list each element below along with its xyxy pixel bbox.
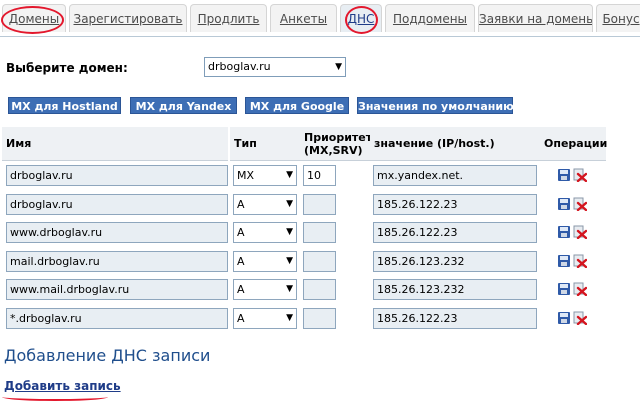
dns-value-input[interactable]: 185.26.123.232 bbox=[373, 251, 537, 272]
dns-name-input[interactable]: www.drboglav.ru bbox=[6, 222, 228, 243]
tab-subdomains[interactable]: Поддомены bbox=[385, 4, 475, 32]
default-values-button[interactable]: Значения по умолчанию bbox=[357, 97, 514, 114]
dns-type-value: A bbox=[237, 198, 245, 211]
dns-name-input[interactable]: mail.drboglav.ru bbox=[6, 251, 228, 272]
dns-type-value: A bbox=[237, 283, 245, 296]
add-dns-section-title: Добавление ДНС записи bbox=[4, 346, 211, 365]
header-type: Тип bbox=[230, 127, 300, 161]
dns-type-select[interactable]: A ▼ bbox=[233, 279, 297, 300]
dns-type-value: A bbox=[237, 312, 245, 325]
tab-profiles[interactable]: Анкеты bbox=[270, 4, 337, 32]
dns-priority-input[interactable] bbox=[303, 279, 336, 300]
dns-type-select[interactable]: A ▼ bbox=[233, 194, 297, 215]
annotation-underline bbox=[2, 393, 108, 401]
tab-domain-requests[interactable]: Заявки на домены bbox=[478, 4, 593, 32]
dns-priority-input[interactable] bbox=[303, 251, 336, 272]
chevron-down-icon: ▼ bbox=[286, 170, 293, 180]
domain-select-label: Выберите домен: bbox=[6, 61, 128, 75]
save-icon[interactable] bbox=[557, 282, 571, 296]
delete-icon[interactable] bbox=[573, 311, 587, 325]
delete-icon[interactable] bbox=[573, 254, 587, 268]
dns-priority-input[interactable] bbox=[303, 194, 336, 215]
dns-priority-input[interactable]: 10 bbox=[303, 165, 336, 186]
tab-renew[interactable]: Продлить bbox=[190, 4, 267, 32]
save-icon[interactable] bbox=[557, 168, 571, 182]
dns-priority-input[interactable] bbox=[303, 308, 336, 329]
chevron-down-icon: ▼ bbox=[286, 256, 293, 266]
header-name: Имя bbox=[2, 127, 228, 161]
dns-value-input[interactable]: 185.26.122.23 bbox=[373, 308, 537, 329]
dns-name-input[interactable]: www.mail.drboglav.ru bbox=[6, 279, 228, 300]
add-record-link[interactable]: Добавить запись bbox=[4, 379, 121, 393]
dns-name-input[interactable]: drboglav.ru bbox=[6, 165, 228, 186]
dns-type-value: A bbox=[237, 226, 245, 239]
tab-bonus[interactable]: Бонус bbox=[596, 4, 640, 32]
tab-dns[interactable]: ДНС bbox=[340, 4, 382, 32]
delete-icon[interactable] bbox=[573, 282, 587, 296]
header-operations: Операции bbox=[540, 127, 607, 161]
dns-name-input[interactable]: drboglav.ru bbox=[6, 194, 228, 215]
tab-register[interactable]: Зарегистировать bbox=[69, 4, 187, 32]
save-icon[interactable] bbox=[557, 197, 571, 211]
save-icon[interactable] bbox=[557, 311, 571, 325]
chevron-down-icon: ▼ bbox=[286, 313, 293, 323]
chevron-down-icon: ▼ bbox=[286, 199, 293, 209]
mx-google-button[interactable]: MX для Google bbox=[245, 97, 349, 114]
dns-value-input[interactable]: 185.26.122.23 bbox=[373, 194, 537, 215]
save-icon[interactable] bbox=[557, 254, 571, 268]
domain-select[interactable]: drboglav.ru ▼ bbox=[204, 57, 346, 77]
delete-icon[interactable] bbox=[573, 197, 587, 211]
header-priority: Приоритет (MX,SRV) bbox=[300, 127, 372, 161]
dns-type-value: MX bbox=[237, 169, 255, 182]
save-icon[interactable] bbox=[557, 225, 571, 239]
delete-icon[interactable] bbox=[573, 168, 587, 182]
domain-select-value: drboglav.ru bbox=[208, 60, 271, 73]
dns-type-select[interactable]: A ▼ bbox=[233, 308, 297, 329]
chevron-down-icon: ▼ bbox=[286, 227, 293, 237]
header-value: значение (IP/host.) bbox=[370, 127, 540, 161]
tab-domains[interactable]: Домены bbox=[2, 4, 66, 32]
tab-bar: Домены Зарегистировать Продлить Анкеты Д… bbox=[0, 0, 640, 37]
dns-type-select[interactable]: A ▼ bbox=[233, 222, 297, 243]
dns-type-value: A bbox=[237, 255, 245, 268]
dns-value-input[interactable]: 185.26.123.232 bbox=[373, 279, 537, 300]
delete-icon[interactable] bbox=[573, 225, 587, 239]
dns-priority-input[interactable] bbox=[303, 222, 336, 243]
chevron-down-icon: ▼ bbox=[335, 62, 342, 72]
dns-type-select[interactable]: A ▼ bbox=[233, 251, 297, 272]
dns-value-input[interactable]: 185.26.122.23 bbox=[373, 222, 537, 243]
dns-type-select[interactable]: MX ▼ bbox=[233, 165, 297, 186]
chevron-down-icon: ▼ bbox=[286, 284, 293, 294]
dns-name-input[interactable]: *.drboglav.ru bbox=[6, 308, 228, 329]
mx-yandex-button[interactable]: MX для Yandex bbox=[130, 97, 237, 114]
dns-value-input[interactable]: mx.yandex.net. bbox=[373, 165, 537, 186]
mx-hostland-button[interactable]: MX для Hostland bbox=[8, 97, 121, 114]
